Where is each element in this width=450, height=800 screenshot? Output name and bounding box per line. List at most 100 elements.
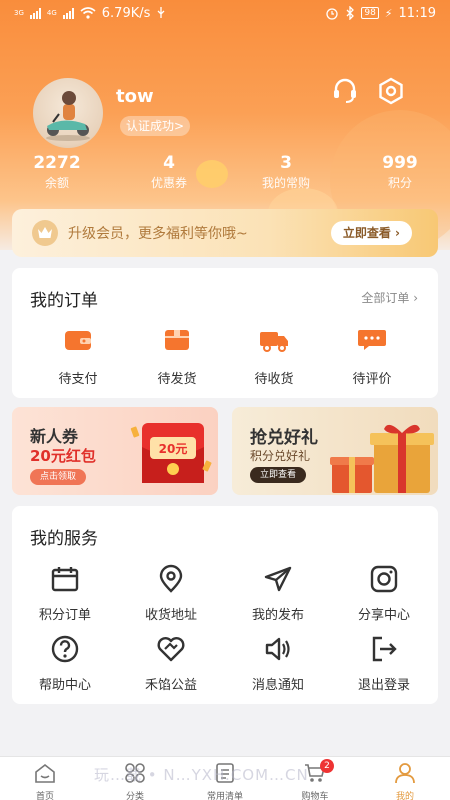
service-label: 积分订单 — [38, 608, 91, 623]
service-charity[interactable]: 禾馅公益 — [121, 634, 221, 693]
customer-service-icon[interactable] — [330, 76, 360, 106]
charging-icon: ⚡ — [384, 6, 393, 20]
promo-subtitle: 积分兑好礼 — [250, 449, 311, 463]
new-user-coupon-banner[interactable]: 新人券 20元红包 点击领取 20元 — [12, 407, 218, 495]
network-speed: 6.79K/s — [101, 5, 151, 21]
service-address[interactable]: 收货地址 — [121, 564, 221, 623]
stat-value: 4 — [163, 153, 175, 173]
tab-cart[interactable]: 购物车 2 — [270, 757, 360, 800]
stat-coupons[interactable]: 4 优惠券 — [119, 152, 219, 192]
speaker-icon — [265, 637, 290, 661]
points-redeem-banner[interactable]: 抢兑好礼 积分兑好礼 立即查看 — [232, 407, 438, 495]
service-notifications[interactable]: 消息通知 — [228, 634, 328, 693]
promo-title: 抢兑好礼 — [250, 428, 318, 448]
avatar[interactable] — [33, 78, 103, 148]
stat-value: 3 — [280, 153, 292, 173]
service-label: 帮助中心 — [38, 678, 91, 693]
clock: 11:19 — [398, 5, 436, 21]
crown-icon — [32, 220, 58, 246]
username: tow — [116, 86, 154, 107]
tab-label: 分类 — [125, 792, 144, 800]
list-icon — [216, 763, 234, 783]
order-pending-shipment[interactable]: 待发货 — [137, 328, 217, 387]
redeem-view-button[interactable]: 立即查看 — [250, 467, 307, 483]
stat-value: 999 — [382, 153, 418, 173]
service-label: 收货地址 — [144, 608, 197, 623]
signal-icon — [29, 7, 41, 19]
all-orders-link[interactable]: 全部订单 › — [361, 289, 418, 306]
usb-icon — [157, 7, 165, 18]
settings-icon[interactable] — [376, 76, 406, 106]
order-pending-payment[interactable]: 待支付 — [38, 328, 118, 387]
service-label: 退出登录 — [357, 678, 410, 693]
my-services-card: 我的服务 积分订单 收货地址 我的发布 分享中心 帮助中心 禾馅公益 消息通知 … — [12, 506, 438, 704]
home-icon — [35, 763, 55, 783]
battery-icon: 98 — [361, 7, 379, 19]
service-help-center[interactable]: 帮助中心 — [15, 634, 115, 693]
tab-label: 我的 — [395, 792, 414, 800]
wallet-icon — [65, 331, 91, 350]
logout-icon — [372, 636, 397, 662]
tab-category[interactable]: 分类 — [90, 757, 180, 800]
order-item-label: 待收货 — [254, 372, 294, 387]
service-label: 我的发布 — [251, 608, 304, 623]
service-label: 分享中心 — [357, 608, 410, 623]
stat-value: 2272 — [33, 153, 81, 173]
category-icon — [125, 763, 145, 783]
stat-label: 我的常购 — [261, 176, 310, 190]
avatar-scooter-illustration — [46, 91, 90, 141]
red-envelope-icon: 20元 — [130, 423, 212, 483]
camera-icon — [370, 565, 398, 593]
stat-label: 优惠券 — [150, 176, 187, 190]
order-item-label: 待发货 — [157, 372, 197, 387]
service-label: 禾馅公益 — [144, 678, 197, 693]
comment-icon — [358, 330, 386, 350]
tab-me[interactable]: 我的 — [360, 757, 450, 800]
order-item-label: 待支付 — [58, 372, 98, 387]
order-item-label: 待评价 — [352, 372, 392, 387]
status-bar: 3G 4G 6.79K/s 98 ⚡ 11:19 — [0, 0, 450, 26]
stat-balance[interactable]: 2272 余额 — [7, 152, 107, 192]
service-share-center[interactable]: 分享中心 — [334, 564, 434, 623]
package-icon — [165, 330, 189, 350]
service-label: 消息通知 — [251, 678, 304, 693]
tab-home[interactable]: 首页 — [0, 757, 90, 800]
order-pending-review[interactable]: 待评价 — [332, 328, 412, 387]
vip-text: 升级会员，更多福利等你哦~ — [68, 226, 248, 242]
stat-frequent[interactable]: 3 我的常购 — [236, 152, 336, 192]
heart-icon — [157, 637, 185, 662]
tab-shopping-list[interactable]: 常用清单 — [180, 757, 270, 800]
order-pending-receipt[interactable]: 待收货 — [234, 328, 314, 387]
verify-status-badge[interactable]: 认证成功> — [120, 116, 191, 136]
user-icon — [395, 763, 415, 784]
service-my-posts[interactable]: 我的发布 — [228, 564, 328, 623]
bottom-tab-bar: 首页 分类 常用清单 购物车 2 我的 — [0, 756, 450, 800]
vip-upgrade-banner[interactable]: 升级会员，更多福利等你哦~ 立即查看 › — [12, 209, 438, 257]
wifi-icon — [80, 7, 96, 19]
calendar-icon — [51, 567, 79, 592]
orders-title: 我的订单 — [30, 291, 98, 311]
bluetooth-icon — [346, 6, 355, 20]
help-icon — [51, 635, 79, 663]
alarm-icon — [326, 8, 338, 20]
stat-points[interactable]: 999 积分 — [350, 152, 450, 192]
gift-box-icon — [330, 424, 434, 493]
network-type-label: 4G — [46, 9, 57, 17]
promo-title: 新人券 — [30, 427, 79, 446]
tab-label: 常用清单 — [206, 792, 243, 800]
network-type-label: 3G — [14, 9, 24, 17]
claim-coupon-button[interactable]: 点击领取 — [30, 469, 87, 485]
promo-subtitle: 20元红包 — [30, 447, 96, 465]
account-stats: 2272 余额 4 优惠券 3 我的常购 999 积分 — [0, 152, 450, 194]
tab-label: 购物车 — [301, 792, 329, 800]
vip-view-button[interactable]: 立即查看 › — [330, 221, 412, 245]
service-points-orders[interactable]: 积分订单 — [15, 564, 115, 623]
stat-label: 余额 — [44, 176, 69, 190]
send-icon — [264, 566, 292, 592]
location-icon — [159, 564, 183, 593]
service-logout[interactable]: 退出登录 — [334, 634, 434, 693]
stat-label: 积分 — [387, 176, 412, 190]
my-orders-card: 我的订单 全部订单 › 待支付 待发货 待收货 待评价 — [12, 268, 438, 398]
services-title: 我的服务 — [30, 529, 98, 549]
signal-icon — [62, 7, 74, 19]
